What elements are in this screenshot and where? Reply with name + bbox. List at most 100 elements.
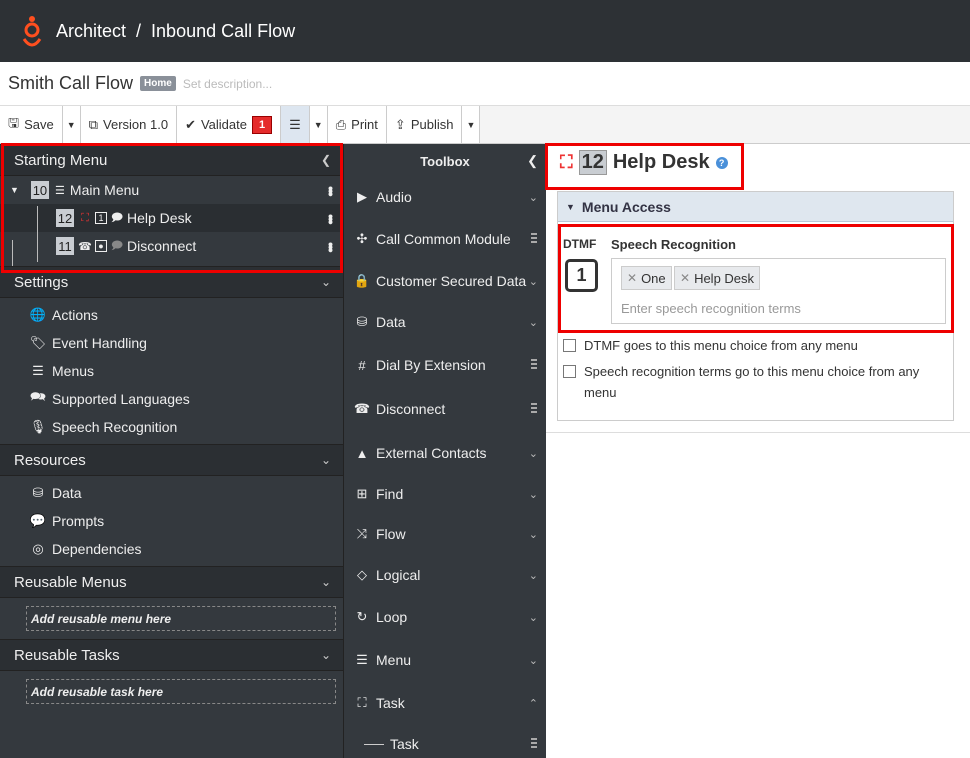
toolbox-item-audio[interactable]: ▶ Audio ⌄: [344, 178, 546, 216]
settings-item-menus[interactable]: ☰ Menus: [0, 357, 343, 385]
chevron-down-icon[interactable]: ⌄: [321, 453, 331, 467]
tool-label: Customer Secured Data: [376, 273, 527, 289]
database-icon: ⛁: [32, 485, 44, 500]
disconnect-icon: ☎: [353, 401, 371, 416]
toolbox-item-customer-secured-data[interactable]: 🔒 Customer Secured Data ⌄: [344, 262, 546, 300]
checkbox-label: Speech recognition terms go to this menu…: [584, 364, 920, 400]
publish-label: Publish: [410, 117, 454, 132]
dtmf-any-menu-checkbox[interactable]: [563, 339, 576, 352]
toolbox-item-flow[interactable]: ⤨ Flow ⌄: [344, 514, 546, 554]
save-button[interactable]: 🖫 Save: [0, 106, 63, 143]
highlight-menu-title: [545, 143, 744, 190]
drag-handle-icon[interactable]: [531, 403, 537, 415]
flow-title[interactable]: Smith Call Flow: [8, 73, 133, 94]
breadcrumb-separator: /: [136, 20, 142, 41]
puzzle-icon: ✣: [356, 231, 368, 246]
dtmf-any-menu-option[interactable]: DTMF goes to this menu choice from any m…: [563, 335, 943, 356]
collapse-toolbox-icon[interactable]: ❮: [527, 153, 538, 169]
item-label: Data: [52, 485, 82, 501]
list-dropdown-button[interactable]: ▼: [309, 106, 328, 143]
chevron-down-icon[interactable]: ⌄: [321, 575, 331, 589]
reusable-menus-header[interactable]: Reusable Menus ⌄: [0, 566, 343, 598]
item-label: Event Handling: [52, 335, 147, 351]
chevron-down-icon[interactable]: ⌄: [321, 275, 331, 289]
tool-label: External Contacts: [376, 445, 487, 461]
settings-item-speech[interactable]: 🎙 Speech Recognition: [0, 413, 343, 441]
caret-down-icon[interactable]: ▼: [566, 202, 575, 212]
speech-any-menu-checkbox[interactable]: [563, 365, 576, 378]
resources-item-data[interactable]: ⛁ Data: [0, 479, 343, 507]
home-badge: Home: [140, 76, 176, 91]
toolbar: 🖫 Save ▼ ⧉ Version 1.0 ✔ Validate 1 ☰ ▼ ⎙ Pri…: [0, 106, 970, 144]
chevron-down-icon: ⌄: [528, 191, 538, 204]
item-label: Speech Recognition: [52, 419, 178, 435]
settings-item-event-handling[interactable]: 🏷 Event Handling: [0, 329, 343, 357]
chevron-down-icon: ⌄: [528, 316, 538, 329]
resources-item-dependencies[interactable]: ◎ Dependencies: [0, 535, 343, 563]
version-button[interactable]: ⧉ Version 1.0: [80, 106, 178, 143]
menu-access-header[interactable]: ▼ Menu Access: [558, 192, 953, 222]
toolbox-subitem-task[interactable]: Task: [344, 724, 546, 758]
add-reusable-task-dropzone[interactable]: Add reusable task here: [26, 679, 336, 704]
list-icon: ☰: [289, 116, 301, 132]
comment-icon: 💬: [29, 513, 47, 528]
lock-icon: 🔒: [353, 273, 371, 288]
toolbox-item-logical[interactable]: ◇ Logical ⌄: [344, 554, 546, 596]
resources-title: Resources: [14, 451, 86, 469]
reusable-tasks-header[interactable]: Reusable Tasks ⌄: [0, 639, 343, 671]
publish-button[interactable]: ⇪ Publish: [386, 106, 463, 143]
menu-list-icon: ☰: [32, 363, 44, 378]
breadcrumb-section[interactable]: Inbound Call Flow: [151, 21, 295, 42]
list-view-button[interactable]: ☰: [281, 106, 310, 143]
random-icon: ⤨: [356, 526, 368, 541]
toolbox-item-external-contacts[interactable]: ▲ External Contacts ⌄: [344, 432, 546, 474]
breadcrumb-app[interactable]: Architect: [56, 21, 126, 42]
refresh-icon: ↻: [356, 609, 368, 624]
resources-list: ⛁ Data 💬 Prompts ◎ Dependencies: [0, 476, 343, 566]
version-icon: ⧉: [88, 116, 99, 132]
chevron-up-icon: ⌃: [528, 697, 538, 710]
chevron-down-icon: ⌄: [528, 528, 538, 541]
language-icon: 🗪: [29, 389, 47, 404]
item-label: Actions: [52, 307, 98, 323]
drag-handle-icon[interactable]: [531, 738, 537, 750]
drag-handle-icon[interactable]: [531, 359, 537, 371]
validate-button[interactable]: ✔ Validate 1: [177, 106, 282, 143]
speech-any-menu-option[interactable]: Speech recognition terms go to this menu…: [563, 361, 943, 403]
settings-item-actions[interactable]: 🌐 Actions: [0, 301, 343, 329]
resources-header[interactable]: Resources ⌄: [0, 444, 343, 476]
checkbox-label: DTMF goes to this menu choice from any m…: [584, 338, 858, 353]
highlight-dtmf-speech: [558, 224, 954, 333]
toolbox-item-task[interactable]: ⛶ Task ⌃: [344, 682, 546, 724]
item-label: Dependencies: [52, 541, 142, 557]
description-placeholder[interactable]: Set description...: [183, 77, 272, 91]
save-icon: 🖫: [8, 114, 20, 130]
check-icon: ✔: [185, 116, 196, 132]
hash-icon: #: [358, 357, 366, 373]
tool-label: Call Common Module: [376, 231, 511, 247]
drag-handle-icon[interactable]: [531, 233, 537, 245]
toolbox-item-data[interactable]: ⛁ Data ⌄: [344, 300, 546, 344]
toolbox-item-call-common-module[interactable]: ✣ Call Common Module: [344, 216, 546, 262]
resources-item-prompts[interactable]: 💬 Prompts: [0, 507, 343, 535]
chevron-down-icon: ⌄: [528, 488, 538, 501]
upload-icon: ⇪: [394, 116, 406, 132]
save-dropdown-button[interactable]: ▼: [62, 106, 81, 143]
play-circle-icon: ▶: [357, 189, 367, 204]
toolbox-item-loop[interactable]: ↻ Loop ⌄: [344, 596, 546, 638]
toolbox-item-menu[interactable]: ☰ Menu ⌄: [344, 638, 546, 682]
print-icon: ⎙: [335, 116, 347, 132]
add-reusable-menu-dropzone[interactable]: Add reusable menu here: [26, 606, 336, 631]
publish-dropdown-button[interactable]: ▼: [462, 106, 481, 143]
chevron-down-icon: ⌄: [528, 611, 538, 624]
settings-item-languages[interactable]: 🗪 Supported Languages: [0, 385, 343, 413]
toolbox-item-disconnect[interactable]: ☎ Disconnect: [344, 386, 546, 432]
toolbox-item-find[interactable]: ⊞ Find ⌄: [344, 474, 546, 514]
tool-label: Audio: [376, 189, 412, 205]
tag-icon: 🏷: [29, 335, 47, 350]
chevron-down-icon[interactable]: ⌄: [321, 648, 331, 662]
item-label: Prompts: [52, 513, 105, 529]
tool-label: Dial By Extension: [376, 357, 486, 373]
toolbox-item-dial-by-extension[interactable]: # Dial By Extension: [344, 344, 546, 386]
print-button[interactable]: ⎙ Print: [327, 106, 387, 143]
